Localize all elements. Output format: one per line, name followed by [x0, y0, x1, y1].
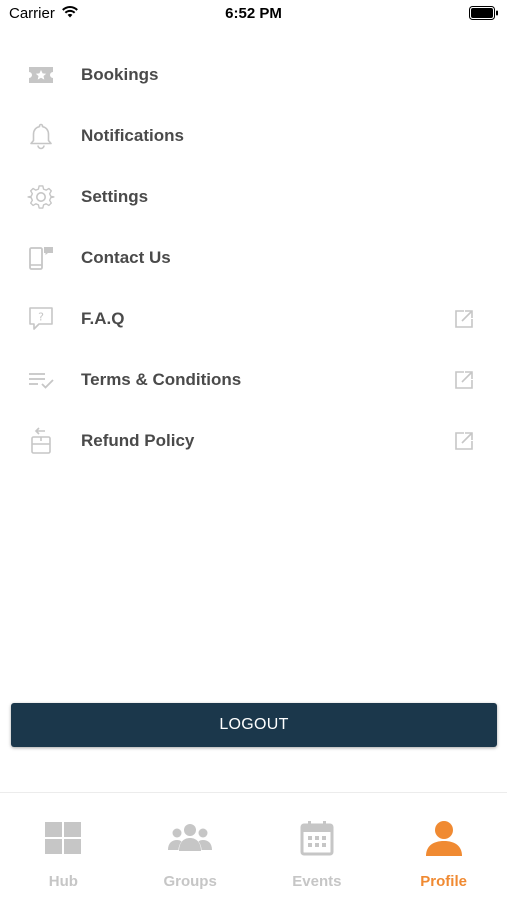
refund-icon [26, 426, 56, 456]
tab-bar: Hub Groups Events Profile [0, 792, 507, 900]
gear-icon [26, 182, 56, 212]
menu-label-settings: Settings [81, 186, 149, 206]
contact-device-icon [26, 243, 56, 273]
menu-item-faq[interactable]: ? F.A.Q [0, 288, 507, 349]
menu-item-bookings[interactable]: Bookings [0, 44, 507, 105]
ticket-icon [26, 60, 56, 90]
svg-text:?: ? [38, 310, 44, 323]
profile-screen: Carrier 6:52 PM Bookings Notifications S… [0, 0, 507, 900]
profile-menu: Bookings Notifications Settings Contact … [0, 44, 507, 471]
tab-label-profile: Profile [420, 873, 467, 890]
menu-label-refund-policy: Refund Policy [81, 430, 195, 450]
external-link-icon[interactable] [454, 309, 474, 329]
menu-item-contact-us[interactable]: Contact Us [0, 227, 507, 288]
tab-events[interactable]: Events [254, 793, 381, 900]
tab-profile[interactable]: Profile [380, 793, 507, 900]
person-icon [424, 819, 464, 859]
people-icon [168, 819, 213, 859]
external-link-icon[interactable] [454, 370, 474, 390]
calendar-icon [297, 819, 337, 859]
menu-label-notifications: Notifications [81, 125, 184, 145]
menu-item-terms-conditions[interactable]: Terms & Conditions [0, 349, 507, 410]
tab-label-events: Events [292, 873, 342, 890]
tab-label-groups: Groups [163, 873, 217, 890]
question-bubble-icon: ? [26, 304, 56, 334]
status-bar: Carrier 6:52 PM [0, 0, 507, 28]
tab-hub[interactable]: Hub [0, 793, 127, 900]
external-link-icon[interactable] [454, 431, 474, 451]
menu-label-bookings: Bookings [81, 64, 159, 84]
menu-label-terms-conditions: Terms & Conditions [81, 369, 242, 389]
menu-label-faq: F.A.Q [81, 308, 125, 328]
menu-item-refund-policy[interactable]: Refund Policy [0, 410, 507, 471]
logout-button[interactable]: LOGOUT [11, 703, 497, 747]
grid-icon [43, 819, 83, 859]
status-time: 6:52 PM [225, 5, 282, 22]
battery-icon [469, 6, 499, 20]
menu-item-notifications[interactable]: Notifications [0, 105, 507, 166]
menu-label-contact-us: Contact Us [81, 247, 171, 267]
bell-icon [26, 121, 56, 151]
tab-label-hub: Hub [48, 873, 78, 890]
checklist-icon [26, 365, 56, 395]
tab-groups[interactable]: Groups [127, 793, 254, 900]
menu-item-settings[interactable]: Settings [0, 166, 507, 227]
